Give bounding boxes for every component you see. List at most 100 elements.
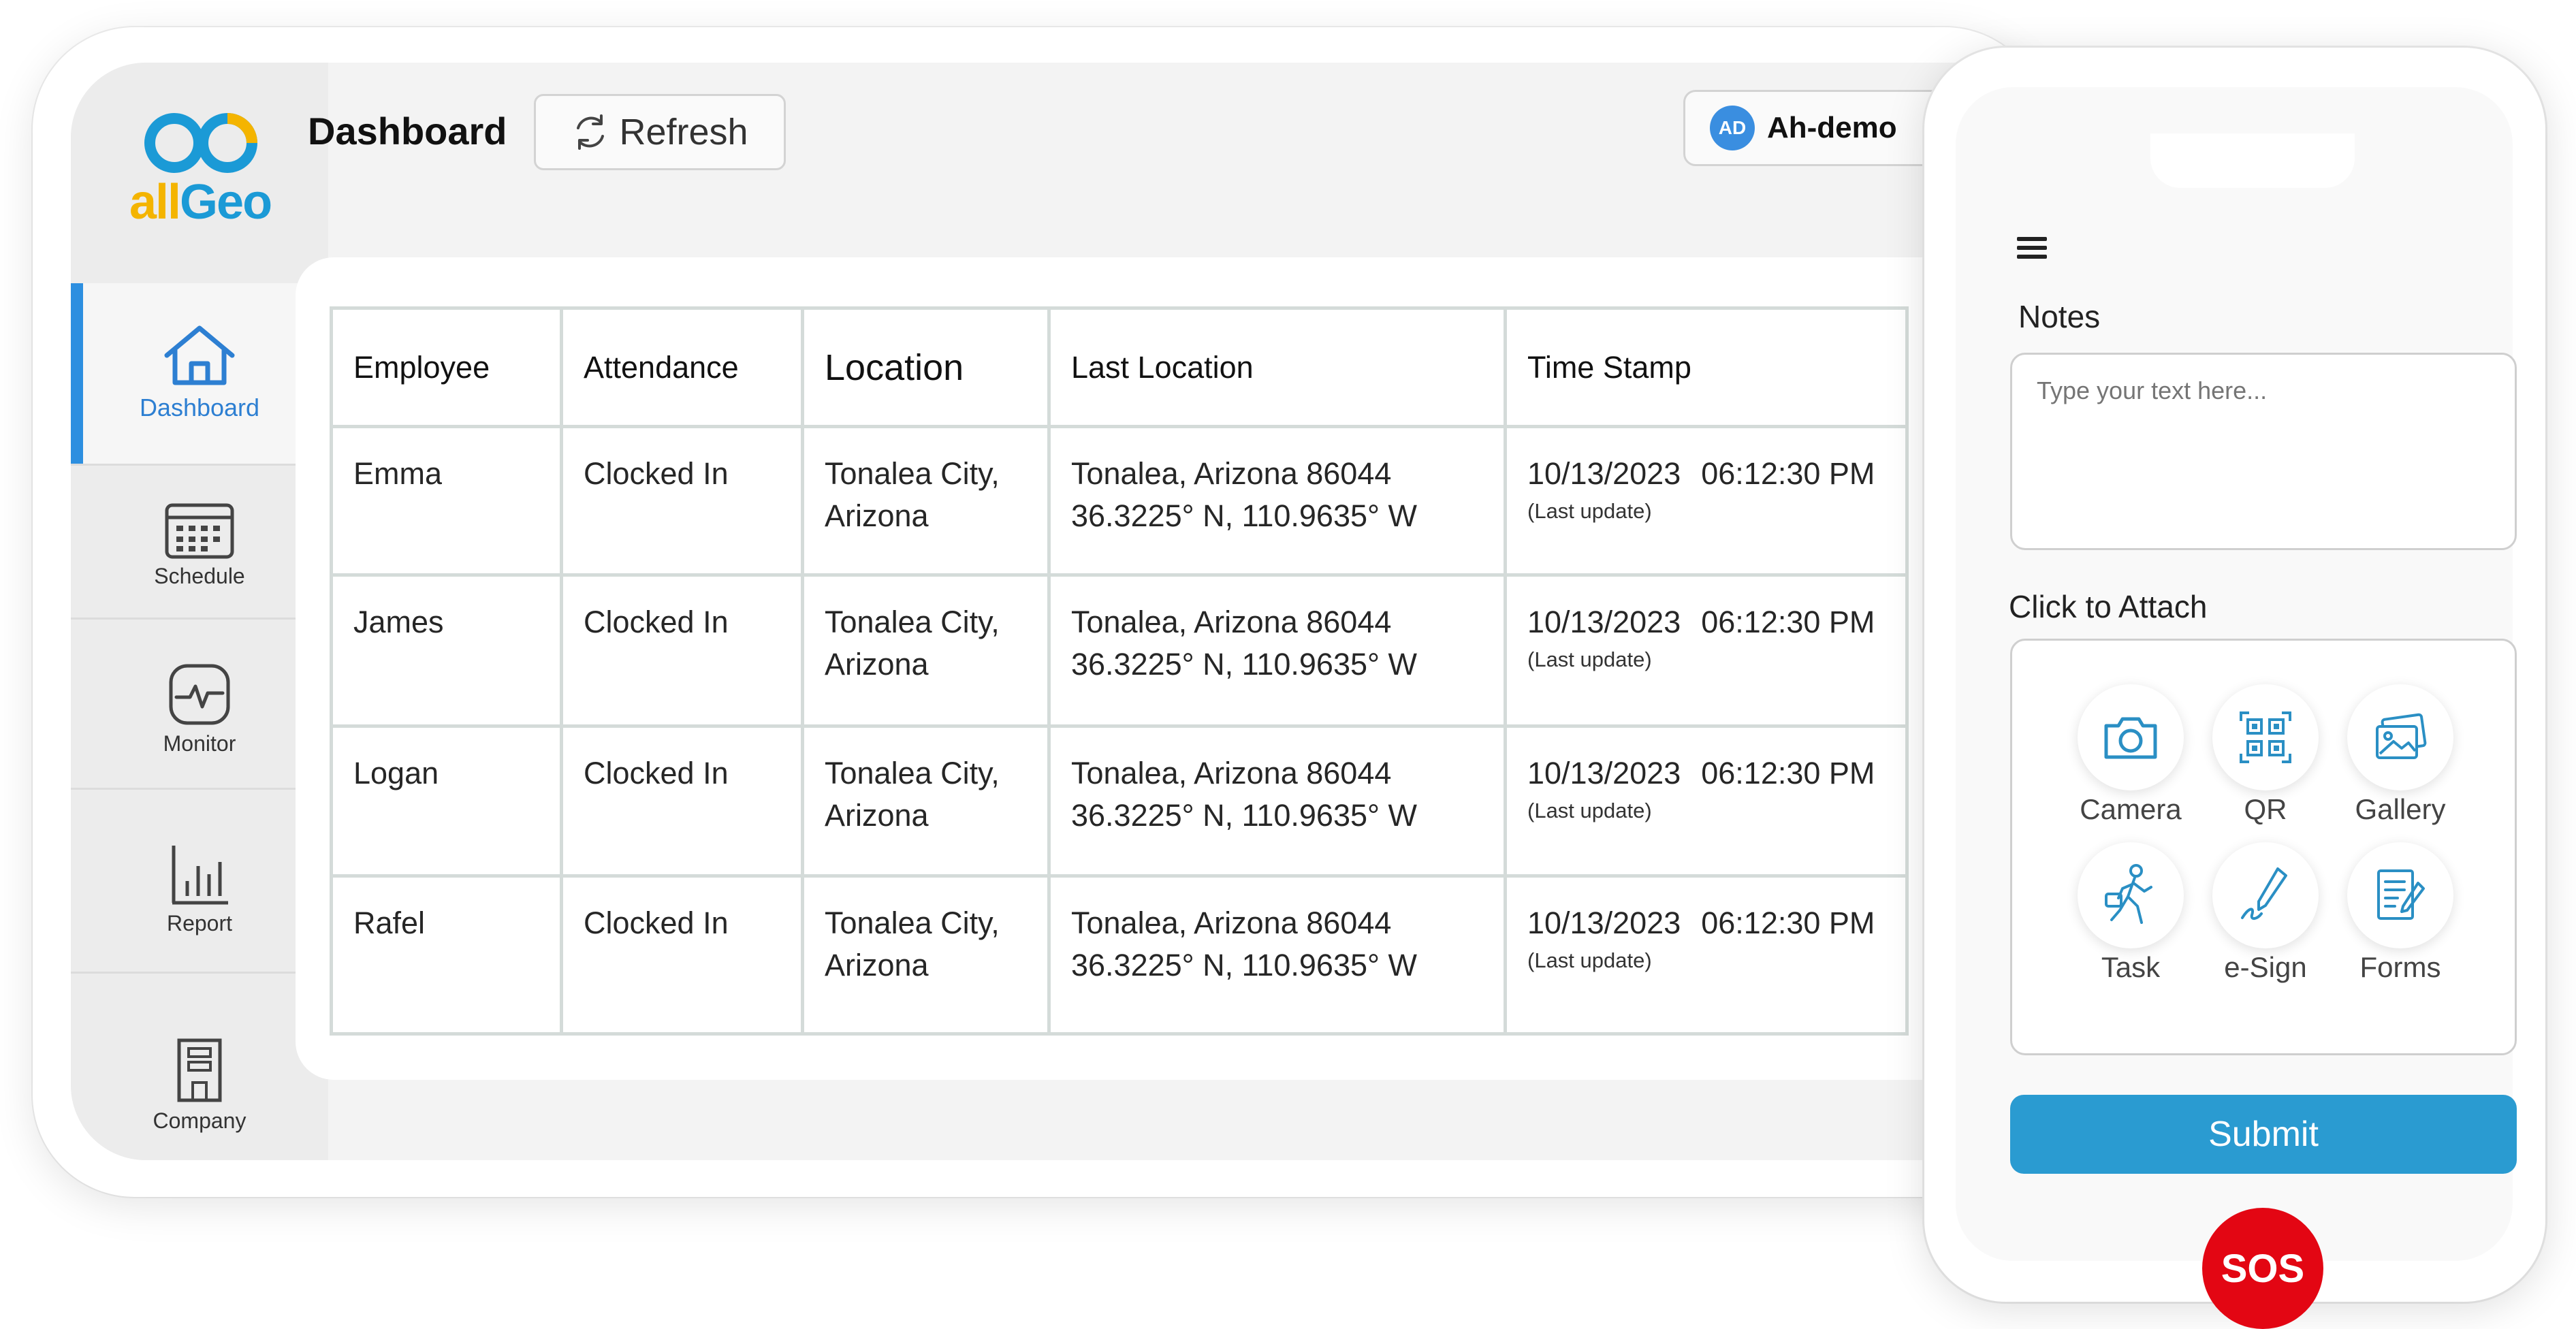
notes-input[interactable] <box>2010 353 2517 550</box>
monitor-pulse-icon <box>169 664 230 725</box>
hamburger-menu-icon[interactable] <box>2017 234 2047 261</box>
refresh-button[interactable]: Refresh <box>534 94 786 170</box>
qr-code-icon <box>2240 711 2291 763</box>
attendance-cell: Clocked In <box>560 425 804 577</box>
attach-camera-button[interactable]: Camera <box>2063 684 2199 826</box>
sidebar-item-schedule[interactable]: Schedule <box>71 466 328 620</box>
time: 06:12:30 PM <box>1701 756 1875 790</box>
time: 06:12:30 PM <box>1701 906 1875 940</box>
attach-circle <box>2347 684 2453 790</box>
sidebar-item-company[interactable]: Company <box>71 974 328 1160</box>
location-line2: Arizona <box>825 498 929 533</box>
sidebar: allGeo Dashboard Schedule Monitor Report… <box>71 63 328 1160</box>
attach-label-camera: Camera <box>2080 793 2182 825</box>
calendar-icon <box>165 503 234 559</box>
phone-screen: Notes Click to Attach Camera <box>1956 87 2517 1329</box>
column-header-employee: Employee <box>330 306 563 428</box>
time: 06:12:30 PM <box>1701 456 1875 491</box>
attach-forms-button[interactable]: Forms <box>2332 842 2468 984</box>
home-icon <box>164 325 235 385</box>
sidebar-item-monitor[interactable]: Monitor <box>71 620 328 790</box>
avatar: AD <box>1710 106 1755 150</box>
notes-label: Notes <box>2018 299 2101 334</box>
date: 10/13/2023 <box>1527 456 1681 491</box>
attendance-cell: Clocked In <box>560 724 804 878</box>
logo-rings-icon <box>144 113 257 173</box>
attach-qr-button[interactable]: QR <box>2197 684 2334 826</box>
location-line1: Tonalea City, <box>825 756 1000 790</box>
location-line2: Arizona <box>825 647 929 682</box>
attach-task-button[interactable]: Task <box>2063 842 2199 984</box>
last-location-cell: Tonalea, Arizona 86044 36.3225° N, 110.96… <box>1047 425 1507 577</box>
location-line1: Tonalea City, <box>825 456 1000 491</box>
address-line: Tonalea, Arizona 86044 <box>1071 605 1392 639</box>
attach-circle <box>2347 842 2453 948</box>
location-cell: Tonalea City, Arizona <box>801 874 1051 1036</box>
user-name: Ah-demo <box>1767 111 1897 144</box>
attach-label-esign: e-Sign <box>2224 951 2307 983</box>
logo-wordmark: allGeo <box>125 174 275 230</box>
time-stamp-cell: 10/13/2023 06:12:30 PM (Last update) <box>1504 724 1909 878</box>
last-update-note: (Last update) <box>1527 948 1652 972</box>
sidebar-item-label: Company <box>153 1108 247 1133</box>
time-stamp-cell: 10/13/2023 06:12:30 PM (Last update) <box>1504 573 1909 728</box>
date: 10/13/2023 <box>1527 756 1681 790</box>
attach-circle <box>2078 684 2184 790</box>
bar-chart-icon <box>172 846 228 905</box>
address-line: Tonalea, Arizona 86044 <box>1071 456 1392 491</box>
attach-panel: Camera QR Gallery Task e-Sign Forms <box>2010 639 2517 1055</box>
employee-cell: Rafel <box>330 874 563 1036</box>
sos-button[interactable]: SOS <box>2202 1208 2323 1329</box>
last-update-note: (Last update) <box>1527 799 1652 822</box>
coordinates-line: 36.3225° N, 110.9635° W <box>1071 647 1417 682</box>
location-line2: Arizona <box>825 798 929 833</box>
last-update-note: (Last update) <box>1527 499 1652 523</box>
time: 06:12:30 PM <box>1701 605 1875 639</box>
coordinates-line: 36.3225° N, 110.9635° W <box>1071 948 1417 982</box>
location-line1: Tonalea City, <box>825 605 1000 639</box>
column-header-last-location: Last Location <box>1047 306 1507 428</box>
logo-text-all: all <box>129 175 181 229</box>
attach-label-task: Task <box>2101 951 2161 983</box>
sidebar-item-label: Monitor <box>163 731 236 756</box>
attach-label-qr: QR <box>2244 793 2287 825</box>
attach-circle <box>2212 684 2319 790</box>
gallery-icon <box>2376 713 2427 759</box>
sidebar-item-label: Schedule <box>154 564 245 588</box>
sidebar-item-label: Dashboard <box>139 394 260 421</box>
sidebar-item-report[interactable]: Report <box>71 790 328 974</box>
attendance-cell: Clocked In <box>560 874 804 1036</box>
e-sign-icon <box>2241 867 2287 920</box>
refresh-icon <box>577 114 605 150</box>
employee-cell: James <box>330 573 563 728</box>
address-line: Tonalea, Arizona 86044 <box>1071 756 1392 790</box>
attendance-cell: Clocked In <box>560 573 804 728</box>
table-row[interactable]: Logan Clocked In Tonalea City, Arizona To… <box>330 724 1909 878</box>
phone-notch <box>2150 133 2355 188</box>
employee-cell: Emma <box>330 425 563 577</box>
page-title: Dashboard <box>308 110 507 153</box>
location-cell: Tonalea City, Arizona <box>801 573 1051 728</box>
building-icon <box>177 1038 222 1102</box>
location-line2: Arizona <box>825 948 929 982</box>
coordinates-line: 36.3225° N, 110.9635° W <box>1071 498 1417 533</box>
attach-gallery-button[interactable]: Gallery <box>2332 684 2468 826</box>
logo-text-geo: Geo <box>180 175 272 229</box>
attach-label: Click to Attach <box>2009 589 2208 624</box>
task-icon <box>2105 864 2152 924</box>
sidebar-item-label: Report <box>166 911 233 935</box>
time-stamp-cell: 10/13/2023 06:12:30 PM (Last update) <box>1504 425 1909 577</box>
attach-circle <box>2212 842 2319 948</box>
table-row[interactable]: James Clocked In Tonalea City, Arizona To… <box>330 573 1909 728</box>
table-row[interactable]: Emma Clocked In Tonalea City, Arizona Ton… <box>330 425 1909 577</box>
table-row[interactable]: Rafel Clocked In Tonalea City, Arizona To… <box>330 874 1909 1036</box>
date: 10/13/2023 <box>1527 906 1681 940</box>
sidebar-item-dashboard[interactable]: Dashboard <box>71 283 328 466</box>
attach-esign-button[interactable]: e-Sign <box>2197 842 2334 984</box>
last-update-note: (Last update) <box>1527 647 1652 671</box>
camera-icon <box>2104 717 2157 759</box>
submit-button[interactable]: Submit <box>2010 1095 2517 1174</box>
time-stamp-cell: 10/13/2023 06:12:30 PM (Last update) <box>1504 874 1909 1036</box>
phone-mockup: Notes Click to Attach Camera <box>1924 48 2545 1329</box>
attach-circle <box>2078 842 2184 948</box>
